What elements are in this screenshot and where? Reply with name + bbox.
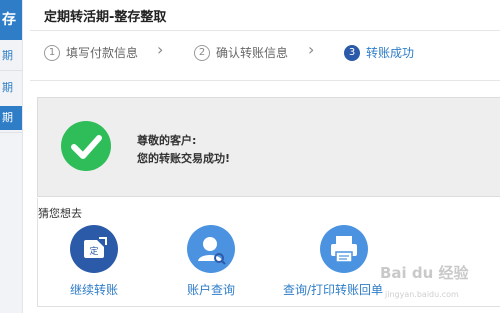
step-number: 1 (44, 44, 60, 61)
user-query-icon (187, 225, 235, 273)
watermark-url: jingyan.baidu.com (385, 290, 459, 299)
sidebar-item[interactable]: 期 (0, 44, 22, 68)
continue-transfer-icon: 定 (70, 225, 118, 273)
sidebar-item[interactable]: 期 (0, 76, 22, 100)
sidebar-divider (0, 132, 22, 133)
print-receipt-label[interactable]: 查询/打印转账回单 (283, 281, 383, 298)
step-number: 2 (194, 44, 210, 61)
step-1: 1 填写付款信息 (44, 44, 138, 61)
baidu-watermark: Bai du 经验 (380, 264, 469, 282)
printer-icon (320, 225, 369, 273)
continue-transfer-button[interactable]: 定 继续转账 (70, 225, 118, 298)
sidebar-item-active[interactable]: 期 (0, 106, 22, 130)
page-title: 定期转活期-整存整取 (44, 10, 167, 25)
step-label: 填写付款信息 (66, 46, 139, 60)
chevron-right-icon: › (308, 40, 315, 59)
step-label: 确认转账信息 (216, 46, 289, 60)
sidebar-item-top[interactable]: 存 (0, 0, 22, 40)
chevron-right-icon: › (157, 40, 164, 59)
continue-transfer-label[interactable]: 继续转账 (70, 281, 118, 298)
steps-divider (30, 80, 500, 81)
account-query-button[interactable]: 账户查询 (187, 225, 235, 298)
step-number: 3 (344, 44, 360, 61)
greeting-text: 尊敬的客户: (137, 134, 197, 147)
step-2: 2 确认转账信息 (194, 44, 288, 61)
account-query-label[interactable]: 账户查询 (187, 281, 235, 298)
success-message: 您的转账交易成功! (137, 152, 231, 165)
continue-transfer-badge: 定 (89, 245, 98, 257)
sidebar: 存 期 期 期 (0, 0, 23, 313)
suggestions-title: 猜您想去 (38, 207, 82, 220)
header-divider (30, 30, 500, 31)
success-check-icon (61, 121, 111, 171)
sidebar-divider (0, 70, 22, 71)
step-3: 3 转账成功 (344, 44, 414, 61)
print-receipt-button[interactable]: 查询/打印转账回单 (283, 225, 383, 298)
step-label: 转账成功 (366, 46, 415, 60)
